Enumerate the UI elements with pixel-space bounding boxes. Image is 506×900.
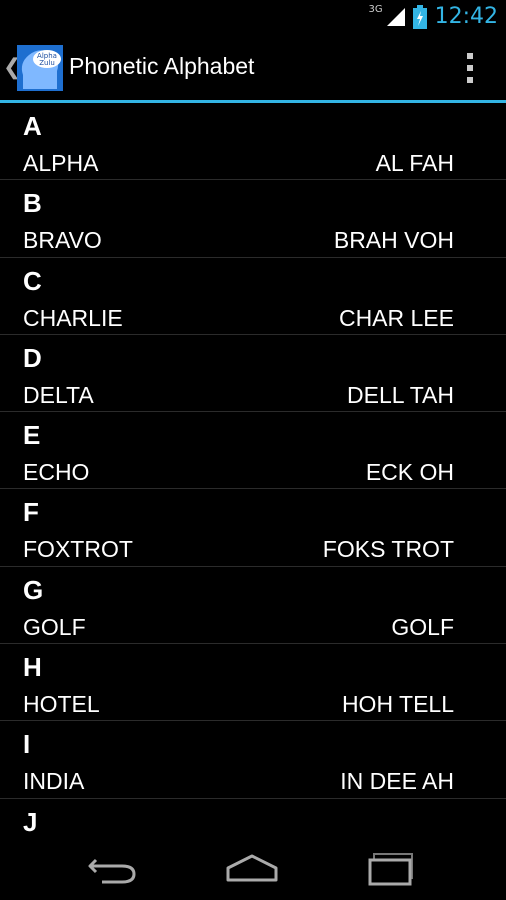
item-letter: H — [23, 652, 42, 683]
list-item[interactable]: B BRAVO BRAH VOH — [0, 180, 506, 258]
signal-strength-icon — [386, 7, 405, 26]
app-title: Phonetic Alphabet — [69, 53, 255, 79]
item-letter: B — [23, 188, 42, 219]
item-word: GOLF — [23, 613, 86, 640]
item-pronunciation: IN DEE AH — [340, 768, 454, 795]
overflow-menu-button[interactable] — [464, 53, 476, 83]
app-logo-icon[interactable]: Alpha Zulu — [17, 45, 63, 91]
item-pronunciation: CHAR LEE — [338, 304, 454, 331]
item-letter: C — [23, 265, 42, 296]
item-pronunciation: AL FAH — [375, 150, 454, 176]
list-item[interactable]: J — [0, 799, 506, 838]
item-word: BRAVO — [23, 227, 102, 254]
overflow-dot — [467, 77, 473, 83]
item-pronunciation: GOLF — [391, 613, 454, 640]
list-item[interactable]: D DELTA DELL TAH — [0, 335, 506, 413]
item-letter: G — [23, 574, 44, 605]
list-item[interactable]: G GOLF GOLF — [0, 567, 506, 645]
item-word: DELTA — [23, 381, 94, 408]
home-icon[interactable] — [222, 850, 282, 886]
item-pronunciation: BRAH VOH — [333, 227, 454, 254]
item-word: INDIA — [23, 768, 85, 795]
item-letter: J — [23, 806, 38, 837]
item-word: ECHO — [23, 459, 90, 486]
back-arrow-icon[interactable] — [82, 850, 142, 886]
list-item[interactable]: E ECHO ECK OH — [0, 412, 506, 490]
item-letter: I — [23, 729, 31, 760]
list-item[interactable]: F FOXTROT FOKS TROT — [0, 489, 506, 567]
item-letter: E — [23, 420, 41, 451]
list-item[interactable]: H HOTEL HOH TELL — [0, 644, 506, 722]
network-type-label: 3G — [368, 4, 383, 15]
status-bar: 3G 12:42 — [0, 0, 506, 33]
item-letter: D — [23, 342, 42, 373]
list-item[interactable]: A ALPHA AL FAH — [0, 103, 506, 181]
recent-apps-icon[interactable] — [362, 850, 422, 886]
item-word: ALPHA — [23, 150, 99, 176]
app-logo-text-bottom: Zulu — [39, 59, 55, 67]
item-pronunciation: ECK OH — [365, 459, 454, 486]
clock: 12:42 — [434, 4, 498, 29]
navigation-bar — [0, 838, 506, 900]
item-pronunciation: HOH TELL — [341, 691, 454, 718]
battery-charging-icon — [412, 4, 427, 29]
action-bar: ❮ Alpha Zulu Phonetic Alphabet — [0, 33, 506, 100]
list-item[interactable]: C CHARLIE CHAR LEE — [0, 258, 506, 335]
item-word: CHARLIE — [23, 304, 123, 331]
overflow-dot — [467, 53, 473, 59]
item-word: FOXTROT — [23, 536, 133, 563]
list-item[interactable]: I INDIA IN DEE AH — [0, 721, 506, 799]
item-word: HOTEL — [23, 691, 100, 718]
item-pronunciation: FOKS TROT — [322, 536, 454, 563]
phonetic-list[interactable]: A ALPHA AL FAH B BRAVO BRAH VOH C CHARLI… — [0, 103, 506, 838]
item-pronunciation: DELL TAH — [347, 381, 454, 408]
overflow-dot — [467, 65, 473, 71]
item-letter: F — [23, 497, 39, 528]
item-letter: A — [23, 111, 42, 141]
